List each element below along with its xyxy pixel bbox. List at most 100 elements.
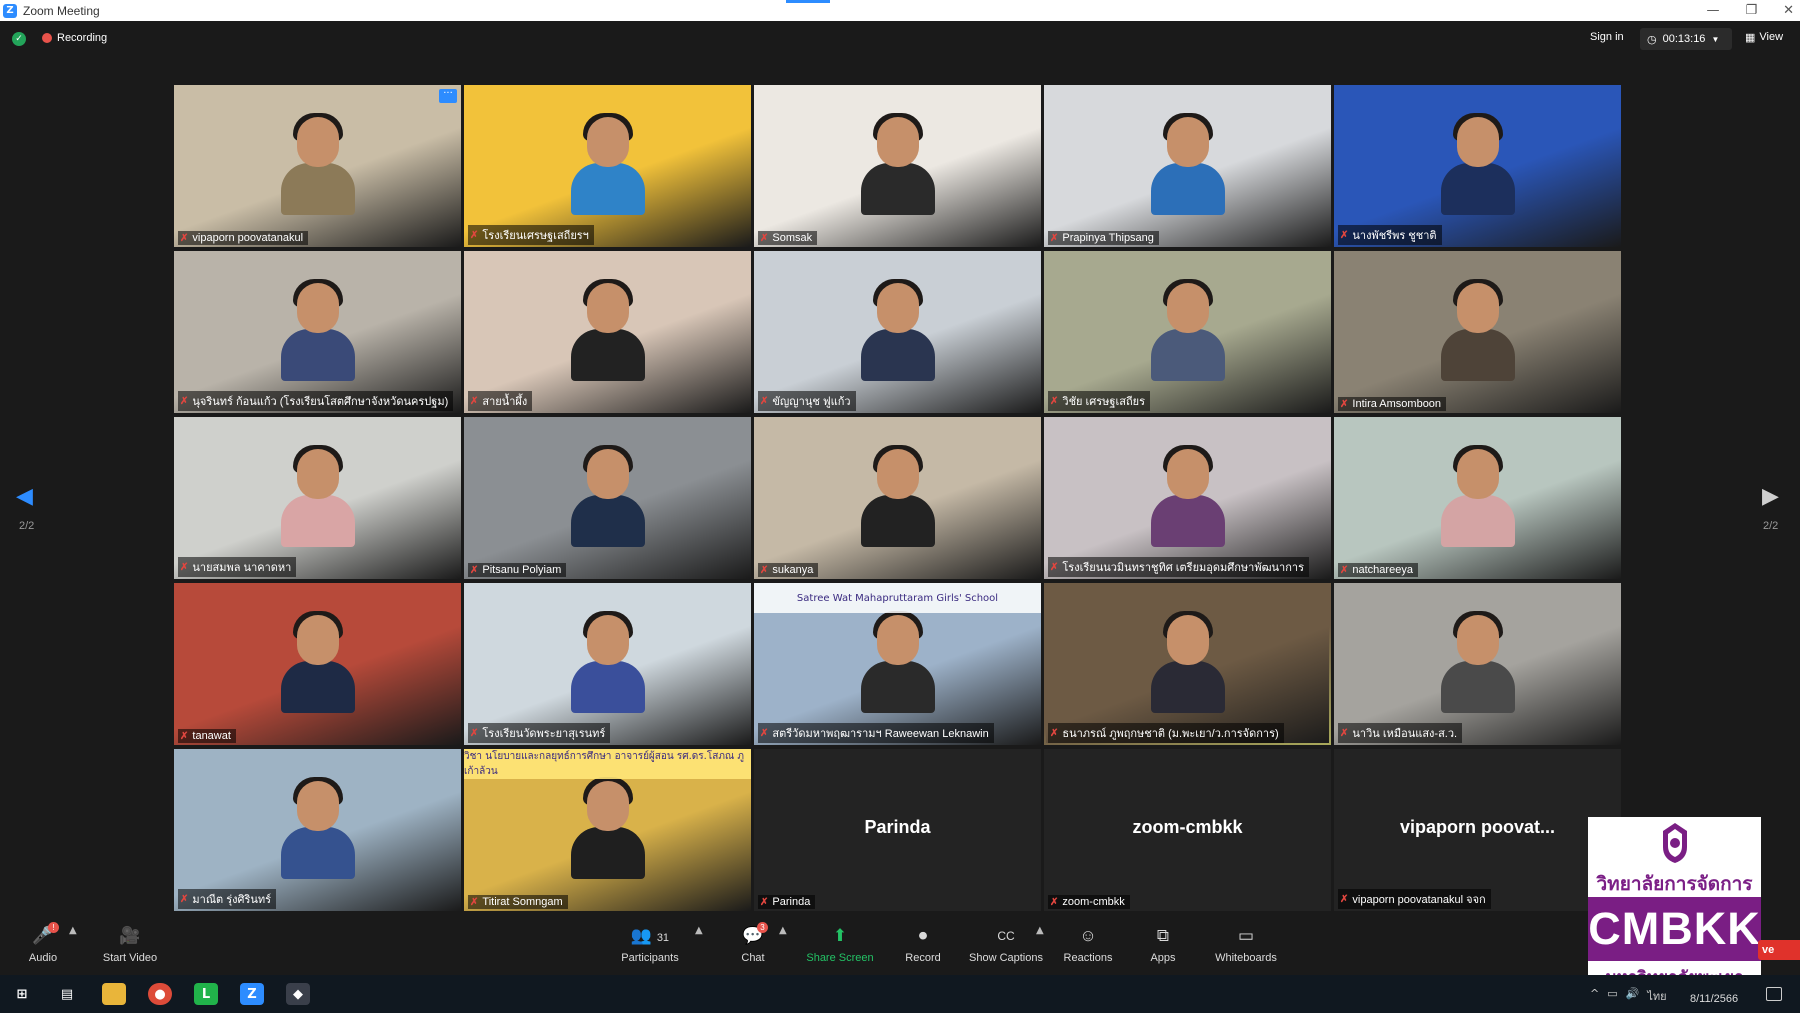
chat-badge: 3	[757, 922, 768, 933]
participant-video-feed	[1334, 583, 1621, 745]
participant-video-tile[interactable]: ✗ sukanya	[754, 417, 1041, 579]
muted-microphone-icon: ✗	[470, 727, 479, 739]
participant-video-tile[interactable]: ✗ Intira Amsomboon	[1334, 251, 1621, 413]
participant-silhouette	[860, 611, 935, 713]
participant-silhouette	[1440, 279, 1515, 381]
participant-video-tile[interactable]: ✗ โรงเรียนนวมินทราชูทิศ เตรียมอุดมศึกษาพั…	[1044, 417, 1331, 579]
participant-video-tile[interactable]: ✗ natchareeya	[1334, 417, 1621, 579]
participant-silhouette	[860, 445, 935, 547]
virtual-background-banner: วิชา นโยบายและกลยุทธ์การศึกษา อาจารย์ผู้…	[464, 749, 751, 779]
network-icon[interactable]: ▭	[1607, 987, 1617, 1005]
participant-video-tile[interactable]: ✗ ธนาภรณ์ ภูพฤกษชาติ (ม.พะเยา/ว.การจัดการ…	[1044, 583, 1331, 745]
volume-icon[interactable]: 🔊	[1626, 987, 1640, 1005]
participant-name-label: ✗ โรงเรียนนวมินทราชูทิศ เตรียมอุดมศึกษาพั…	[1048, 557, 1309, 577]
input-language-icon[interactable]: ไทย	[1647, 987, 1666, 1005]
participant-name: นางพัชรีพร ชูชาติ	[1352, 230, 1437, 242]
whiteboards-button[interactable]: ▭ Whiteboards	[1204, 925, 1288, 964]
participant-name: natchareeya	[1352, 564, 1413, 576]
taskbar-date[interactable]: 8/11/2566	[1690, 993, 1738, 1005]
chevron-down-icon: ▼	[1711, 34, 1720, 44]
participant-silhouette	[280, 113, 355, 215]
chat-label: Chat	[741, 952, 765, 964]
muted-microphone-icon: ✗	[180, 395, 189, 407]
participant-video-tile[interactable]: ✗ นายสมพล นาคาดหา	[174, 417, 461, 579]
view-button[interactable]: ▦ View	[1745, 31, 1783, 44]
record-button[interactable]: ⏺ Record	[881, 925, 965, 964]
close-button[interactable]: ✕	[1783, 3, 1794, 18]
participant-name-label: ✗ ขัญญานุช ฟูแก้ว	[758, 391, 856, 411]
meeting-timer[interactable]: ◷ 00:13:16 ▼	[1640, 28, 1732, 50]
participants-options-caret-icon[interactable]: ▲	[695, 925, 703, 936]
line-app-icon[interactable]: L	[194, 983, 218, 1005]
participant-video-tile[interactable]: Parinda ✗ Parinda	[754, 749, 1041, 911]
captions-options-caret-icon[interactable]: ▲	[1036, 925, 1044, 936]
previous-page-arrow-icon[interactable]: ◀	[16, 484, 33, 509]
more-options-icon[interactable]: ···	[439, 89, 457, 103]
share-screen-label: Share Screen	[806, 952, 874, 964]
participant-video-tile[interactable]: ✗ ขัญญานุช ฟูแก้ว	[754, 251, 1041, 413]
participant-display-name: vipaporn poovat...	[1399, 817, 1555, 837]
participant-name-label: ✗ โรงเรียนเศรษฐเสถียรฯ	[468, 225, 594, 245]
apps-button[interactable]: ⧉ Apps	[1121, 925, 1205, 964]
participant-video-feed	[1044, 417, 1331, 579]
muted-microphone-icon: ✗	[760, 232, 769, 244]
chrome-icon[interactable]: ●	[148, 983, 172, 1005]
participant-video-feed	[174, 251, 461, 413]
muted-microphone-icon: ✗	[470, 564, 479, 576]
participant-video-tile[interactable]: ✗ มาณีต รุ่งศิรินทร์	[174, 749, 461, 911]
share-screen-button[interactable]: ⬆ Share Screen	[798, 925, 882, 964]
tray-chevron-up-icon[interactable]: ^	[1590, 987, 1599, 1005]
audio-options-caret-icon[interactable]: ▲	[69, 925, 77, 936]
participant-video-tile[interactable]: zoom-cmbkk ✗ zoom-cmbkk	[1044, 749, 1331, 911]
participant-name: มาณีต รุ่งศิรินทร์	[192, 894, 272, 906]
participant-name-label: ✗ Parinda	[758, 895, 816, 909]
participant-video-tile[interactable]: ✗ นางพัชรีพร ชูชาติ	[1334, 85, 1621, 247]
participant-name: Somsak	[772, 232, 813, 244]
audio-label: Audio	[28, 952, 58, 964]
timer-value: 00:13:16	[1662, 33, 1706, 45]
participant-name-label: ✗ สายน้ำผึ้ง	[468, 391, 533, 411]
minimize-button[interactable]: —	[1706, 3, 1719, 18]
participant-video-tile[interactable]: ✗ Somsak	[754, 85, 1041, 247]
participant-video-feed	[1044, 583, 1331, 745]
chat-options-caret-icon[interactable]: ▲	[779, 925, 787, 936]
muted-microphone-icon: ✗	[180, 561, 189, 573]
participant-video-tile[interactable]: วิชา นโยบายและกลยุทธ์การศึกษา อาจารย์ผู้…	[464, 749, 751, 911]
participant-video-tile[interactable]: ✗ โรงเรียนวัดพระยาสุเรนทร์	[464, 583, 751, 745]
participant-video-tile[interactable]: vipaporn poovat... ✗ vipaporn poovatanakul…	[1334, 749, 1621, 911]
muted-microphone-icon: ✗	[1340, 398, 1349, 410]
sign-in-link[interactable]: Sign in	[1590, 31, 1624, 43]
participants-button[interactable]: 👥 31 Participants	[608, 925, 692, 964]
zoom-app-icon[interactable]: Z	[240, 983, 264, 1005]
recording-indicator[interactable]: Recording	[42, 32, 107, 44]
participant-video-tile[interactable]: ✗ วิชัย เศรษฐเสถียร	[1044, 251, 1331, 413]
reactions-button[interactable]: ☺ Reactions	[1046, 925, 1130, 964]
participant-video-tile[interactable]: ··· ✗ vipaporn poovatanakul	[174, 85, 461, 247]
participant-video-tile[interactable]: ✗ นุจรินทร์ ก้อนแก้ว (โรงเรียนโสตศึกษาจัง…	[174, 251, 461, 413]
participant-video-tile[interactable]: ✗ Prapinya Thipsang	[1044, 85, 1331, 247]
start-video-button[interactable]: 🎥 Start Video	[88, 925, 172, 964]
live-stream-badge[interactable]: ve	[1758, 940, 1800, 960]
participant-video-tile[interactable]: ✗ โรงเรียนเศรษฐเสถียรฯ	[464, 85, 751, 247]
file-explorer-icon[interactable]	[102, 983, 126, 1005]
restore-button[interactable]: ❐	[1745, 3, 1757, 18]
participant-name-label: ✗ โรงเรียนวัดพระยาสุเรนทร์	[468, 723, 611, 743]
participant-display-name: Parinda	[864, 817, 931, 837]
participant-video-tile[interactable]: ✗ tanawat	[174, 583, 461, 745]
participant-video-tile[interactable]: ✗ สายน้ำผึ้ง	[464, 251, 751, 413]
next-page-arrow-icon[interactable]: ▶	[1762, 484, 1779, 509]
window-title: Zoom Meeting	[23, 3, 100, 18]
encryption-shield-icon[interactable]: ✓	[12, 32, 26, 46]
muted-microphone-icon: ✗	[180, 232, 189, 244]
windows-start-icon[interactable]: ⊞	[10, 983, 34, 1005]
participant-video-feed	[464, 583, 751, 745]
task-view-icon[interactable]: ▤	[55, 983, 79, 1005]
participant-silhouette	[1150, 611, 1225, 713]
participant-video-tile[interactable]: Satree Wat Mahapruttaram Girls' School ✗ ส…	[754, 583, 1041, 745]
participant-video-tile[interactable]: ✗ นาวิน เหมือนแสง-ส.ว.	[1334, 583, 1621, 745]
notifications-icon[interactable]	[1766, 987, 1782, 1001]
participant-video-tile[interactable]: ✗ Pitsanu Polyiam	[464, 417, 751, 579]
pinned-app-icon[interactable]: ◆	[286, 983, 310, 1005]
participant-video-feed	[1334, 85, 1621, 247]
participant-name: Prapinya Thipsang	[1062, 232, 1154, 244]
